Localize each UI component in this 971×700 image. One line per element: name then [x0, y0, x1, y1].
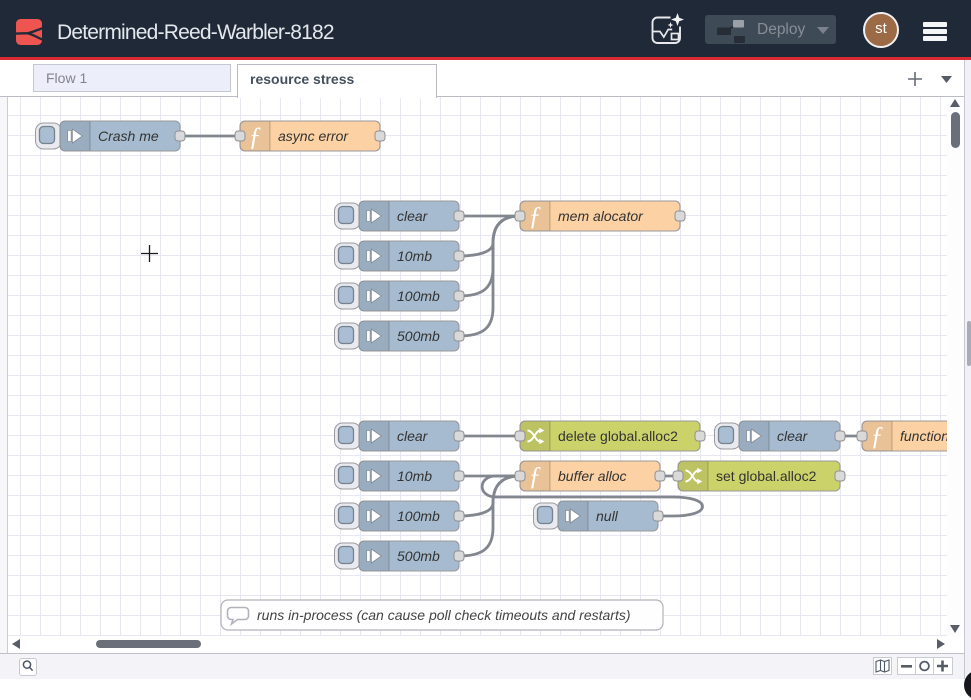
svg-text:10mb: 10mb: [397, 248, 432, 264]
svg-text:ƒ: ƒ: [249, 122, 262, 151]
svg-text:mem alocator: mem alocator: [558, 208, 644, 224]
svg-text:Crash me: Crash me: [98, 128, 159, 144]
svg-text:function: function: [900, 428, 947, 444]
svg-text:10mb: 10mb: [397, 468, 432, 484]
svg-text:delete global.alloc2: delete global.alloc2: [558, 428, 678, 444]
svg-text:ƒ: ƒ: [529, 462, 542, 491]
svg-text:500mb: 500mb: [397, 328, 440, 344]
svg-text:clear: clear: [397, 208, 429, 224]
svg-text:async error: async error: [278, 128, 349, 144]
svg-text:ƒ: ƒ: [529, 202, 542, 231]
svg-text:500mb: 500mb: [397, 548, 440, 564]
svg-text:set global.alloc2: set global.alloc2: [716, 468, 817, 484]
svg-text:100mb: 100mb: [397, 508, 440, 524]
svg-text:runs in-process (can cause pol: runs in-process (can cause poll check ti…: [257, 607, 631, 623]
svg-text:100mb: 100mb: [397, 288, 440, 304]
svg-text:clear: clear: [777, 428, 809, 444]
svg-text:clear: clear: [397, 428, 429, 444]
svg-text:ƒ: ƒ: [871, 422, 884, 451]
svg-text:buffer alloc: buffer alloc: [558, 468, 626, 484]
svg-text:null: null: [596, 508, 619, 524]
